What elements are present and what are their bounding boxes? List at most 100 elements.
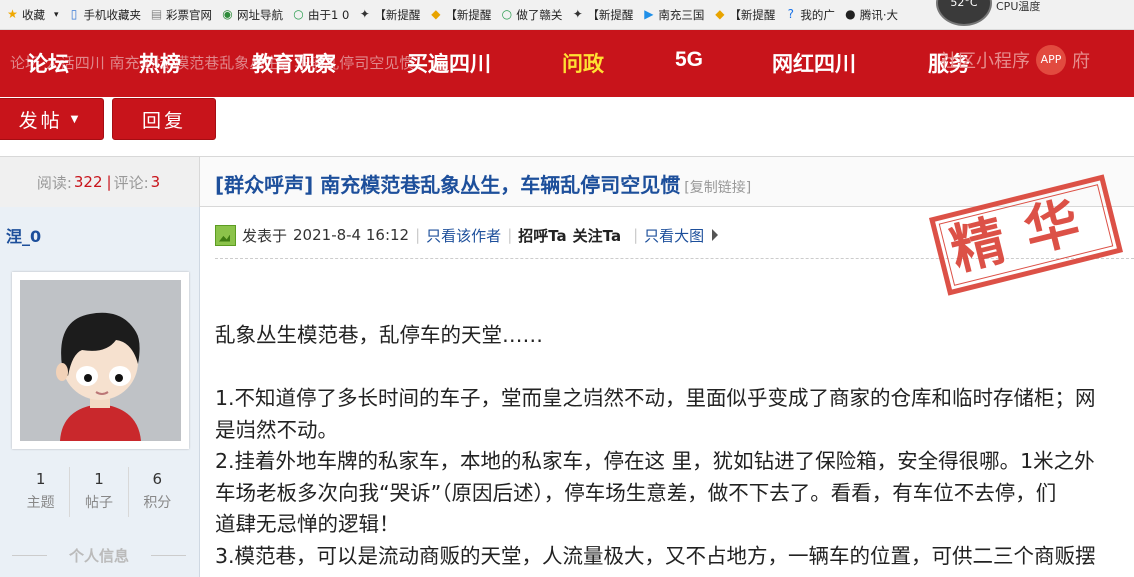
- post-line: 3.模范巷，可以是流动商贩的天堂，人流量极大，又不占地方，一辆车的位置，可供二三…: [215, 543, 1096, 568]
- post-line: 乱象丛生模范巷，乱停车的天堂……: [215, 323, 543, 347]
- bookmark-item[interactable]: ○ 做了赣关: [500, 7, 563, 23]
- caret-down-icon: ▼: [70, 113, 82, 125]
- bookmark-item[interactable]: ● 腾讯·大: [844, 7, 898, 23]
- nav-item-politics[interactable]: 问政: [562, 48, 604, 78]
- meta-divider: |: [633, 226, 639, 244]
- post-datetime: 2021-8-4 16:12: [293, 226, 410, 244]
- stat-posts[interactable]: 1 帖子: [70, 467, 129, 517]
- play-icon: ▶: [644, 7, 654, 21]
- breadcrumb: 论坛 大话四川 南充论坛 模范巷乱象丛生，车辆乱停司空见惯: [10, 54, 415, 72]
- greet-link[interactable]: 招呼Ta: [518, 225, 566, 246]
- brand-icon: ✦: [359, 7, 370, 21]
- bookmark-item[interactable]: ▤ 彩票官网: [150, 7, 212, 23]
- bookmark-label: 南充三国: [658, 7, 705, 22]
- phone-icon: ▯: [70, 7, 78, 21]
- reply-button[interactable]: 回复: [112, 98, 216, 140]
- comments-label: 评论:: [113, 173, 149, 192]
- bookmark-item[interactable]: ? 我的广: [784, 7, 835, 23]
- bookmark-label: 【新提醒: [374, 7, 421, 22]
- author-sidebar: 涅_0 1 主题 1 帖子 6 积分 个人信息: [0, 207, 200, 577]
- post-line-blank: [215, 352, 1134, 384]
- bookmark-label: 做了赣关: [516, 7, 563, 22]
- arrow-right-icon[interactable]: [712, 229, 719, 241]
- page-title: [群众呼声] 南充模范巷乱象丛生，车辆乱停司空见惯 [复制链接]: [215, 169, 751, 198]
- doc-icon: ▤: [150, 7, 163, 21]
- stat-value: 1: [94, 470, 104, 488]
- bookmark-item[interactable]: ✦ 【新提醒: [358, 7, 421, 23]
- stats-divider: |: [106, 173, 112, 191]
- bookmark-item[interactable]: ▯ 手机收藏夹: [68, 7, 142, 23]
- bookmark-item[interactable]: ✦ 【新提醒: [571, 7, 634, 23]
- nav-item-shopping[interactable]: 买遍四川: [407, 48, 491, 78]
- stat-value: 6: [152, 470, 163, 488]
- cpu-temp-label: CPU温度: [996, 0, 1041, 13]
- penguin-icon: ●: [845, 7, 856, 21]
- follow-link[interactable]: 关注Ta: [573, 225, 621, 246]
- circle-icon: ○: [293, 7, 304, 21]
- bookmark-label: 收藏: [22, 7, 45, 22]
- nav-item-5g[interactable]: 5G: [675, 48, 703, 72]
- circle-icon: ○: [501, 7, 513, 21]
- copy-link-button[interactable]: [复制链接]: [684, 180, 751, 196]
- profile-heading: 个人信息: [12, 545, 186, 566]
- bookmark-item[interactable]: ◆ 【新提醒: [713, 7, 775, 23]
- caret-down-icon[interactable]: ▾: [54, 10, 59, 20]
- post-line: 1.不知道停了多长时间的车子，堂而皇之岿然不动，里面似乎变成了商家的仓库和临时存…: [215, 386, 1096, 410]
- post-line: 2.挂着外地车牌的私家车，本地的私家车，停在这 里，犹如钻进了保险箱，安全得很哪…: [215, 449, 1095, 473]
- bookmark-label: 腾讯·大: [859, 7, 898, 22]
- app-badge-icon[interactable]: APP: [1036, 45, 1066, 75]
- reads-label: 阅读:: [36, 173, 72, 192]
- medal-icon: ◆: [431, 7, 441, 21]
- mini-program-label: 社区小程序: [940, 51, 1030, 72]
- bookmark-label: 彩票官网: [166, 7, 213, 22]
- main-nav: 论坛 大话四川 南充论坛 模范巷乱象丛生，车辆乱停司空见惯 论坛 热榜 教育观察…: [0, 30, 1134, 97]
- star-icon: ★: [7, 7, 18, 21]
- reads-count: 322: [73, 173, 103, 191]
- stat-points[interactable]: 6 积分: [129, 467, 186, 517]
- bookmark-label: 【新提醒: [445, 7, 492, 22]
- meta-divider: |: [415, 226, 421, 244]
- author-stats: 1 主题 1 帖子 6 积分: [12, 467, 186, 517]
- stat-label: 主题: [26, 495, 55, 511]
- bookmark-label: 网址导航: [237, 7, 284, 22]
- posted-label: 发表于: [242, 226, 288, 245]
- post-line: 车场老板多次向我“哭诉”（原因后述），停车场生意差，做不下去了。看看，有车位不去…: [215, 480, 1057, 505]
- bookmark-label: 手机收藏夹: [83, 7, 142, 22]
- only-author-link[interactable]: 只看该作者: [426, 225, 501, 246]
- mini-program-link[interactable]: 社区小程序 APP 府: [902, 45, 1090, 75]
- bookmark-label: 【新提醒: [587, 7, 634, 22]
- bookmark-label: 我的广: [800, 7, 835, 22]
- post-body: 乱象丛生模范巷，乱停车的天堂…… 1.不知道停了多长时间的车子，堂而皇之岿然不动…: [215, 320, 1134, 572]
- bookmark-label: 由于1 0: [308, 7, 350, 22]
- post-button-label: 发帖: [18, 109, 63, 132]
- thread-title: [群众呼声] 南充模范巷乱象丛生，车辆乱停司空见惯: [215, 173, 681, 197]
- app-text: 府: [1072, 51, 1090, 72]
- bookmark-item[interactable]: ◆ 【新提醒: [429, 7, 491, 23]
- post-button[interactable]: 发帖 ▼: [0, 98, 104, 140]
- avatar[interactable]: [12, 272, 189, 449]
- nav-item-influencer[interactable]: 网红四川: [772, 48, 856, 78]
- stat-label: 积分: [143, 495, 172, 511]
- author-name[interactable]: 涅_0: [6, 223, 41, 247]
- stat-value: 1: [35, 470, 46, 488]
- compass-icon: ◉: [222, 7, 233, 21]
- image-icon: [215, 224, 236, 246]
- bookmark-label: 【新提醒: [729, 7, 776, 22]
- nav-item-education[interactable]: 教育观察: [252, 48, 336, 78]
- brand-icon: ✦: [572, 7, 583, 21]
- nav-item-forum[interactable]: 论坛: [27, 48, 69, 78]
- meta-divider: |: [507, 226, 513, 244]
- nav-item-hot[interactable]: 热榜: [139, 48, 181, 78]
- bookmark-item[interactable]: ◉ 网址导航: [221, 7, 283, 23]
- post-line: 是岿然不动。: [215, 417, 338, 442]
- bookmark-item[interactable]: ○ 由于1 0: [292, 7, 349, 23]
- post-meta: 发表于 2021-8-4 16:12 | 只看该作者 | 招呼Ta 关注Ta |…: [215, 222, 719, 248]
- stat-topics[interactable]: 1 主题: [12, 467, 71, 517]
- avatar-image: [20, 280, 181, 441]
- bookmark-item[interactable]: ★ 收藏 ▾: [6, 7, 59, 23]
- question-icon: ?: [787, 7, 795, 21]
- big-image-link[interactable]: 只看大图: [644, 225, 704, 246]
- comments-count: 3: [150, 173, 161, 191]
- bookmark-item[interactable]: ▶ 南充三国: [642, 7, 704, 23]
- medal-icon: ◆: [715, 7, 725, 21]
